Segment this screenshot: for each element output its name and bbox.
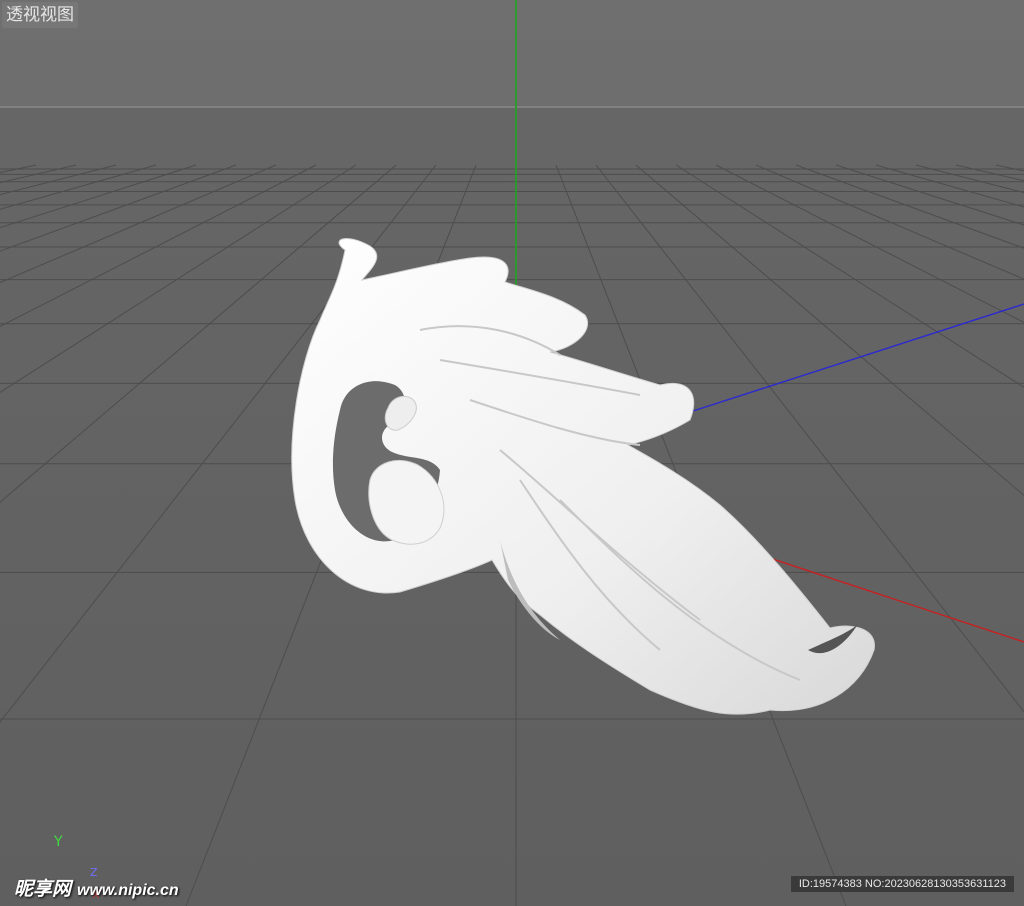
scene-canvas[interactable] [0, 0, 1024, 906]
grid-line [715, 164, 1024, 323]
grid-line [995, 164, 1024, 172]
grid-line [0, 164, 237, 252]
grid-line [795, 164, 1024, 249]
grid-line [0, 164, 277, 284]
perspective-viewport[interactable]: 透视视图 Y Z X 昵享网 www.nipic.cn ID:19574383 N… [0, 0, 1024, 906]
grid-line [915, 164, 1024, 194]
site-watermark: 昵享网 www.nipic.cn [14, 874, 179, 901]
grid-line [0, 164, 157, 210]
acanthus-leaf-model[interactable] [291, 237, 875, 715]
grid-line [875, 164, 1024, 208]
grid-line [0, 164, 357, 394]
grid-line [955, 164, 1024, 182]
viewport-title[interactable]: 透视视图 [2, 2, 78, 28]
watermark-brand: 昵享网 [14, 879, 72, 900]
grid-line [0, 164, 37, 174]
gizmo-y-label: Y [54, 834, 63, 850]
grid-line [0, 164, 317, 328]
grid-line [0, 164, 77, 184]
z-axis-line [689, 303, 1024, 413]
image-id-badge: ID:19574383 NO:20230628130353631123 [790, 876, 1014, 892]
grid-line [835, 164, 1024, 226]
watermark-url: www.nipic.cn [77, 882, 179, 899]
grid-line [755, 164, 1024, 280]
